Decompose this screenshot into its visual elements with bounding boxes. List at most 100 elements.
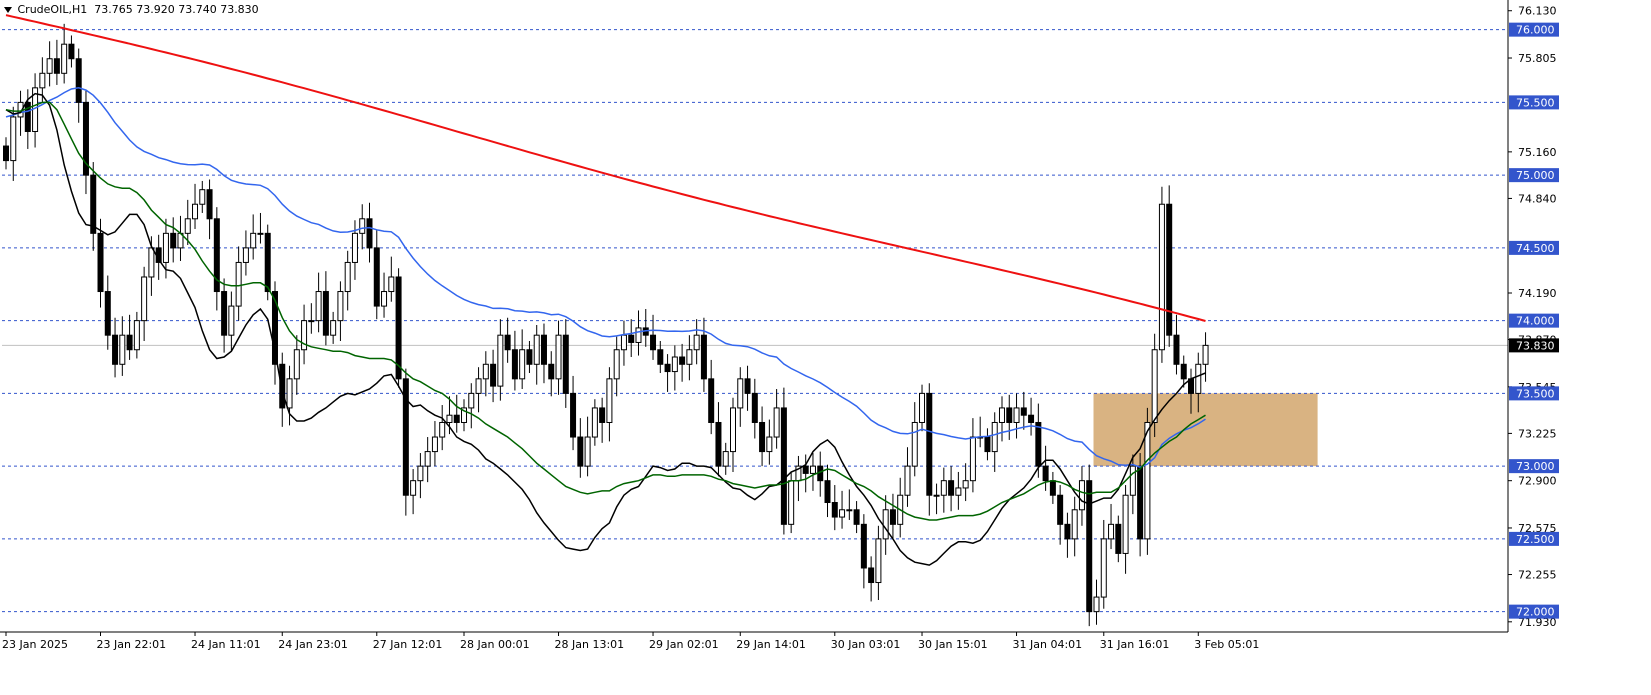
candle-body <box>962 480 969 489</box>
candle-body <box>112 334 119 365</box>
candle-body <box>831 502 838 518</box>
candle-body <box>257 232 264 235</box>
chart-area[interactable]: 76.13075.80575.16074.84074.19073.87073.5… <box>0 0 1651 691</box>
x-tick-label: 30 Jan 03:01 <box>831 638 901 651</box>
candle-body <box>693 334 700 351</box>
candle-body <box>373 247 380 307</box>
candle-body <box>940 480 947 496</box>
candle-body <box>511 349 518 380</box>
candle-body <box>39 72 46 89</box>
candle-body <box>10 116 17 162</box>
candle-body <box>75 58 82 103</box>
candle-body <box>90 174 97 234</box>
level-badge-label: 72.500 <box>1516 533 1555 546</box>
x-tick-label: 23 Jan 22:01 <box>97 638 167 651</box>
candle-body <box>366 218 373 249</box>
candle-body <box>1144 421 1151 540</box>
y-tick-label: 73.225 <box>1518 427 1557 440</box>
candle-body <box>482 363 489 380</box>
candle-body <box>686 349 693 365</box>
candle-body <box>293 349 300 380</box>
candle-body <box>780 407 787 525</box>
level-badge-label: 72.000 <box>1516 606 1555 619</box>
candle-body <box>162 232 169 263</box>
candle-body <box>126 334 133 351</box>
candle-body <box>1064 523 1071 540</box>
y-tick-label: 76.130 <box>1518 5 1557 18</box>
candle-body <box>381 291 388 307</box>
candle-body <box>555 334 562 380</box>
candle-body <box>199 189 206 205</box>
candle-body <box>119 334 126 365</box>
candle-body <box>453 414 460 423</box>
candle-body <box>1129 465 1136 496</box>
candle-body <box>657 349 664 365</box>
candle-body <box>242 247 249 263</box>
candle-body <box>671 356 678 373</box>
candle-body <box>417 465 424 482</box>
candle-body <box>141 276 148 322</box>
candle-body <box>526 349 533 365</box>
candle-body <box>839 509 846 518</box>
candle-body <box>228 305 235 336</box>
level-badge-label: 75.000 <box>1516 169 1555 182</box>
candle-body <box>628 334 635 343</box>
candle-body <box>1028 414 1035 423</box>
candle-body <box>330 320 337 336</box>
candle-body <box>1180 363 1187 380</box>
candle-body <box>911 421 918 467</box>
candle-body <box>1071 509 1078 540</box>
candle-body <box>1006 407 1013 423</box>
candle-body <box>679 356 686 365</box>
candle-body <box>68 43 75 60</box>
candle-body <box>133 320 140 351</box>
candle-body <box>388 276 395 293</box>
candle-body <box>875 538 882 584</box>
candle-body <box>1173 334 1180 365</box>
x-tick-label: 28 Jan 00:01 <box>460 638 530 651</box>
price-zone-rect <box>1093 393 1318 467</box>
candle-body <box>104 291 111 336</box>
candle-body <box>991 421 998 453</box>
candle-body <box>933 494 940 497</box>
collapse-triangle-icon[interactable] <box>4 7 12 13</box>
candle-body <box>919 392 926 423</box>
candle-body <box>424 451 431 467</box>
candle-body <box>1166 203 1173 336</box>
candle-body <box>766 436 773 453</box>
candle-body <box>344 261 351 293</box>
candle-body <box>431 436 438 453</box>
candle-body <box>700 334 707 380</box>
candle-body <box>868 567 875 584</box>
candle-body <box>337 291 344 322</box>
candle-body <box>955 487 962 496</box>
candle-body <box>969 436 976 482</box>
candle-body <box>570 392 577 438</box>
candle-body <box>46 58 53 74</box>
candle-body <box>1078 480 1085 511</box>
candle-body <box>1057 494 1064 525</box>
candle-body <box>664 363 671 373</box>
y-tick-label: 72.255 <box>1518 569 1557 582</box>
candle-body <box>809 465 816 474</box>
candle-body <box>540 334 547 365</box>
level-badge-label: 75.500 <box>1516 96 1555 109</box>
chart-svg[interactable]: 76.13075.80575.16074.84074.19073.87073.5… <box>0 0 1651 691</box>
candle-body <box>548 363 555 380</box>
candle-body <box>1035 421 1042 467</box>
x-tick-label: 24 Jan 23:01 <box>278 638 348 651</box>
x-tick-label: 3 Feb 05:01 <box>1194 638 1259 651</box>
candle-body <box>308 320 315 323</box>
candle-body <box>1093 596 1100 613</box>
y-tick-label: 74.190 <box>1518 287 1557 300</box>
x-tick-label: 29 Jan 02:01 <box>649 638 719 651</box>
candle-body <box>737 378 744 409</box>
candle-body <box>1137 465 1144 540</box>
candle-body <box>599 407 606 423</box>
candle-body <box>148 247 155 278</box>
candle-body <box>3 145 9 162</box>
x-tick-label: 30 Jan 15:01 <box>918 638 988 651</box>
candle-body <box>1195 363 1202 394</box>
candle-body <box>606 378 613 423</box>
candle-body <box>730 407 736 453</box>
